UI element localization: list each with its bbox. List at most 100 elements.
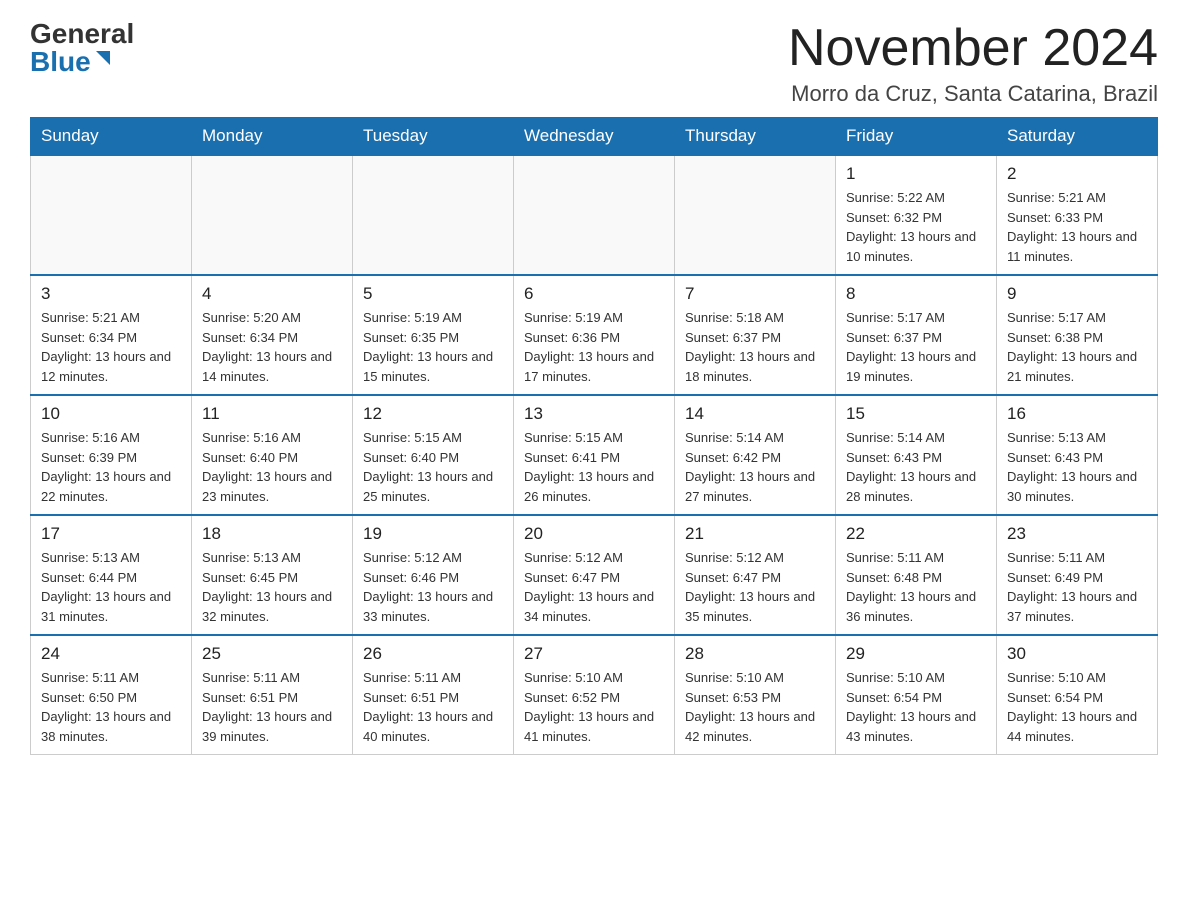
day-info: Sunrise: 5:13 AM Sunset: 6:43 PM Dayligh… — [1007, 428, 1147, 506]
header-tuesday: Tuesday — [353, 118, 514, 156]
day-number: 9 — [1007, 284, 1147, 304]
day-info: Sunrise: 5:13 AM Sunset: 6:44 PM Dayligh… — [41, 548, 181, 626]
day-number: 21 — [685, 524, 825, 544]
calendar-cell-w1-d4 — [514, 155, 675, 275]
calendar-cell-w3-d6: 15 Sunrise: 5:14 AM Sunset: 6:43 PM Dayli… — [836, 395, 997, 515]
title-section: November 2024 Morro da Cruz, Santa Catar… — [788, 20, 1158, 107]
page-header: General Blue November 2024 Morro da Cruz… — [30, 20, 1158, 107]
day-info: Sunrise: 5:22 AM Sunset: 6:32 PM Dayligh… — [846, 188, 986, 266]
header-monday: Monday — [192, 118, 353, 156]
calendar-cell-w4-d2: 18Sunrise: 5:13 AM Sunset: 6:45 PM Dayli… — [192, 515, 353, 635]
calendar-cell-w2-d2: 4Sunrise: 5:20 AM Sunset: 6:34 PM Daylig… — [192, 275, 353, 395]
header-wednesday: Wednesday — [514, 118, 675, 156]
day-info: Sunrise: 5:19 AM Sunset: 6:36 PM Dayligh… — [524, 308, 664, 386]
calendar-cell-w2-d4: 6Sunrise: 5:19 AM Sunset: 6:36 PM Daylig… — [514, 275, 675, 395]
calendar-cell-w2-d7: 9Sunrise: 5:17 AM Sunset: 6:38 PM Daylig… — [997, 275, 1158, 395]
calendar-week-3: 10 Sunrise: 5:16 AM Sunset: 6:39 PM Dayli… — [31, 395, 1158, 515]
calendar-cell-w1-d6: 1 Sunrise: 5:22 AM Sunset: 6:32 PM Daylig… — [836, 155, 997, 275]
day-info: Sunrise: 5:21 AM Sunset: 6:34 PM Dayligh… — [41, 308, 181, 386]
day-number: 19 — [363, 524, 503, 544]
day-info: Sunrise: 5:10 AM Sunset: 6:54 PM Dayligh… — [1007, 668, 1147, 746]
day-info: Sunrise: 5:15 AM Sunset: 6:40 PM Dayligh… — [363, 428, 503, 506]
day-number: 1 — [846, 164, 986, 184]
day-number: 11 — [202, 404, 342, 424]
calendar-cell-w3-d7: 16 Sunrise: 5:13 AM Sunset: 6:43 PM Dayli… — [997, 395, 1158, 515]
calendar-cell-w3-d1: 10 Sunrise: 5:16 AM Sunset: 6:39 PM Dayli… — [31, 395, 192, 515]
day-number: 20 — [524, 524, 664, 544]
day-info: Sunrise: 5:12 AM Sunset: 6:46 PM Dayligh… — [363, 548, 503, 626]
day-info: Sunrise: 5:14 AM Sunset: 6:42 PM Dayligh… — [685, 428, 825, 506]
day-number: 30 — [1007, 644, 1147, 664]
day-info: Sunrise: 5:12 AM Sunset: 6:47 PM Dayligh… — [685, 548, 825, 626]
day-number: 24 — [41, 644, 181, 664]
logo-triangle-icon — [94, 49, 112, 67]
calendar-cell-w3-d3: 12 Sunrise: 5:15 AM Sunset: 6:40 PM Dayli… — [353, 395, 514, 515]
calendar-cell-w1-d5 — [675, 155, 836, 275]
day-number: 22 — [846, 524, 986, 544]
calendar-cell-w4-d3: 19 Sunrise: 5:12 AM Sunset: 6:46 PM Dayli… — [353, 515, 514, 635]
day-number: 23 — [1007, 524, 1147, 544]
calendar-cell-w1-d2 — [192, 155, 353, 275]
day-info: Sunrise: 5:10 AM Sunset: 6:52 PM Dayligh… — [524, 668, 664, 746]
calendar-cell-w1-d7: 2 Sunrise: 5:21 AM Sunset: 6:33 PM Daylig… — [997, 155, 1158, 275]
calendar-cell-w4-d7: 23 Sunrise: 5:11 AM Sunset: 6:49 PM Dayli… — [997, 515, 1158, 635]
calendar-cell-w4-d1: 17Sunrise: 5:13 AM Sunset: 6:44 PM Dayli… — [31, 515, 192, 635]
day-number: 2 — [1007, 164, 1147, 184]
day-number: 26 — [363, 644, 503, 664]
day-number: 7 — [685, 284, 825, 304]
day-number: 29 — [846, 644, 986, 664]
day-number: 25 — [202, 644, 342, 664]
header-sunday: Sunday — [31, 118, 192, 156]
calendar-week-4: 17Sunrise: 5:13 AM Sunset: 6:44 PM Dayli… — [31, 515, 1158, 635]
day-info: Sunrise: 5:11 AM Sunset: 6:50 PM Dayligh… — [41, 668, 181, 746]
day-number: 15 — [846, 404, 986, 424]
logo: General Blue — [30, 20, 134, 76]
day-info: Sunrise: 5:15 AM Sunset: 6:41 PM Dayligh… — [524, 428, 664, 506]
header-thursday: Thursday — [675, 118, 836, 156]
day-info: Sunrise: 5:21 AM Sunset: 6:33 PM Dayligh… — [1007, 188, 1147, 266]
day-info: Sunrise: 5:11 AM Sunset: 6:51 PM Dayligh… — [363, 668, 503, 746]
day-info: Sunrise: 5:13 AM Sunset: 6:45 PM Dayligh… — [202, 548, 342, 626]
day-info: Sunrise: 5:19 AM Sunset: 6:35 PM Dayligh… — [363, 308, 503, 386]
calendar-cell-w5-d3: 26 Sunrise: 5:11 AM Sunset: 6:51 PM Dayli… — [353, 635, 514, 755]
day-info: Sunrise: 5:16 AM Sunset: 6:40 PM Dayligh… — [202, 428, 342, 506]
calendar-cell-w4-d5: 21 Sunrise: 5:12 AM Sunset: 6:47 PM Dayli… — [675, 515, 836, 635]
calendar-cell-w5-d5: 28Sunrise: 5:10 AM Sunset: 6:53 PM Dayli… — [675, 635, 836, 755]
calendar-cell-w5-d1: 24 Sunrise: 5:11 AM Sunset: 6:50 PM Dayli… — [31, 635, 192, 755]
day-number: 27 — [524, 644, 664, 664]
day-number: 8 — [846, 284, 986, 304]
day-number: 16 — [1007, 404, 1147, 424]
logo-general-text: General — [30, 20, 134, 48]
calendar-cell-w2-d6: 8 Sunrise: 5:17 AM Sunset: 6:37 PM Daylig… — [836, 275, 997, 395]
calendar-table: Sunday Monday Tuesday Wednesday Thursday… — [30, 117, 1158, 755]
calendar-week-2: 3 Sunrise: 5:21 AM Sunset: 6:34 PM Daylig… — [31, 275, 1158, 395]
calendar-cell-w5-d2: 25 Sunrise: 5:11 AM Sunset: 6:51 PM Dayli… — [192, 635, 353, 755]
day-info: Sunrise: 5:16 AM Sunset: 6:39 PM Dayligh… — [41, 428, 181, 506]
header-saturday: Saturday — [997, 118, 1158, 156]
logo-blue-text: Blue — [30, 48, 91, 76]
day-info: Sunrise: 5:17 AM Sunset: 6:37 PM Dayligh… — [846, 308, 986, 386]
day-info: Sunrise: 5:11 AM Sunset: 6:51 PM Dayligh… — [202, 668, 342, 746]
day-info: Sunrise: 5:20 AM Sunset: 6:34 PM Dayligh… — [202, 308, 342, 386]
day-number: 13 — [524, 404, 664, 424]
calendar-cell-w5-d6: 29 Sunrise: 5:10 AM Sunset: 6:54 PM Dayli… — [836, 635, 997, 755]
day-number: 12 — [363, 404, 503, 424]
calendar-header-row: Sunday Monday Tuesday Wednesday Thursday… — [31, 118, 1158, 156]
calendar-cell-w5-d7: 30 Sunrise: 5:10 AM Sunset: 6:54 PM Dayli… — [997, 635, 1158, 755]
location-text: Morro da Cruz, Santa Catarina, Brazil — [788, 81, 1158, 107]
day-info: Sunrise: 5:11 AM Sunset: 6:49 PM Dayligh… — [1007, 548, 1147, 626]
header-friday: Friday — [836, 118, 997, 156]
day-info: Sunrise: 5:12 AM Sunset: 6:47 PM Dayligh… — [524, 548, 664, 626]
calendar-cell-w1-d3 — [353, 155, 514, 275]
calendar-week-5: 24 Sunrise: 5:11 AM Sunset: 6:50 PM Dayli… — [31, 635, 1158, 755]
month-year-heading: November 2024 — [788, 20, 1158, 77]
day-info: Sunrise: 5:10 AM Sunset: 6:53 PM Dayligh… — [685, 668, 825, 746]
calendar-cell-w2-d5: 7Sunrise: 5:18 AM Sunset: 6:37 PM Daylig… — [675, 275, 836, 395]
day-number: 3 — [41, 284, 181, 304]
calendar-cell-w3-d2: 11 Sunrise: 5:16 AM Sunset: 6:40 PM Dayli… — [192, 395, 353, 515]
day-info: Sunrise: 5:10 AM Sunset: 6:54 PM Dayligh… — [846, 668, 986, 746]
day-info: Sunrise: 5:14 AM Sunset: 6:43 PM Dayligh… — [846, 428, 986, 506]
calendar-cell-w3-d4: 13 Sunrise: 5:15 AM Sunset: 6:41 PM Dayli… — [514, 395, 675, 515]
day-number: 10 — [41, 404, 181, 424]
calendar-cell-w4-d6: 22Sunrise: 5:11 AM Sunset: 6:48 PM Dayli… — [836, 515, 997, 635]
